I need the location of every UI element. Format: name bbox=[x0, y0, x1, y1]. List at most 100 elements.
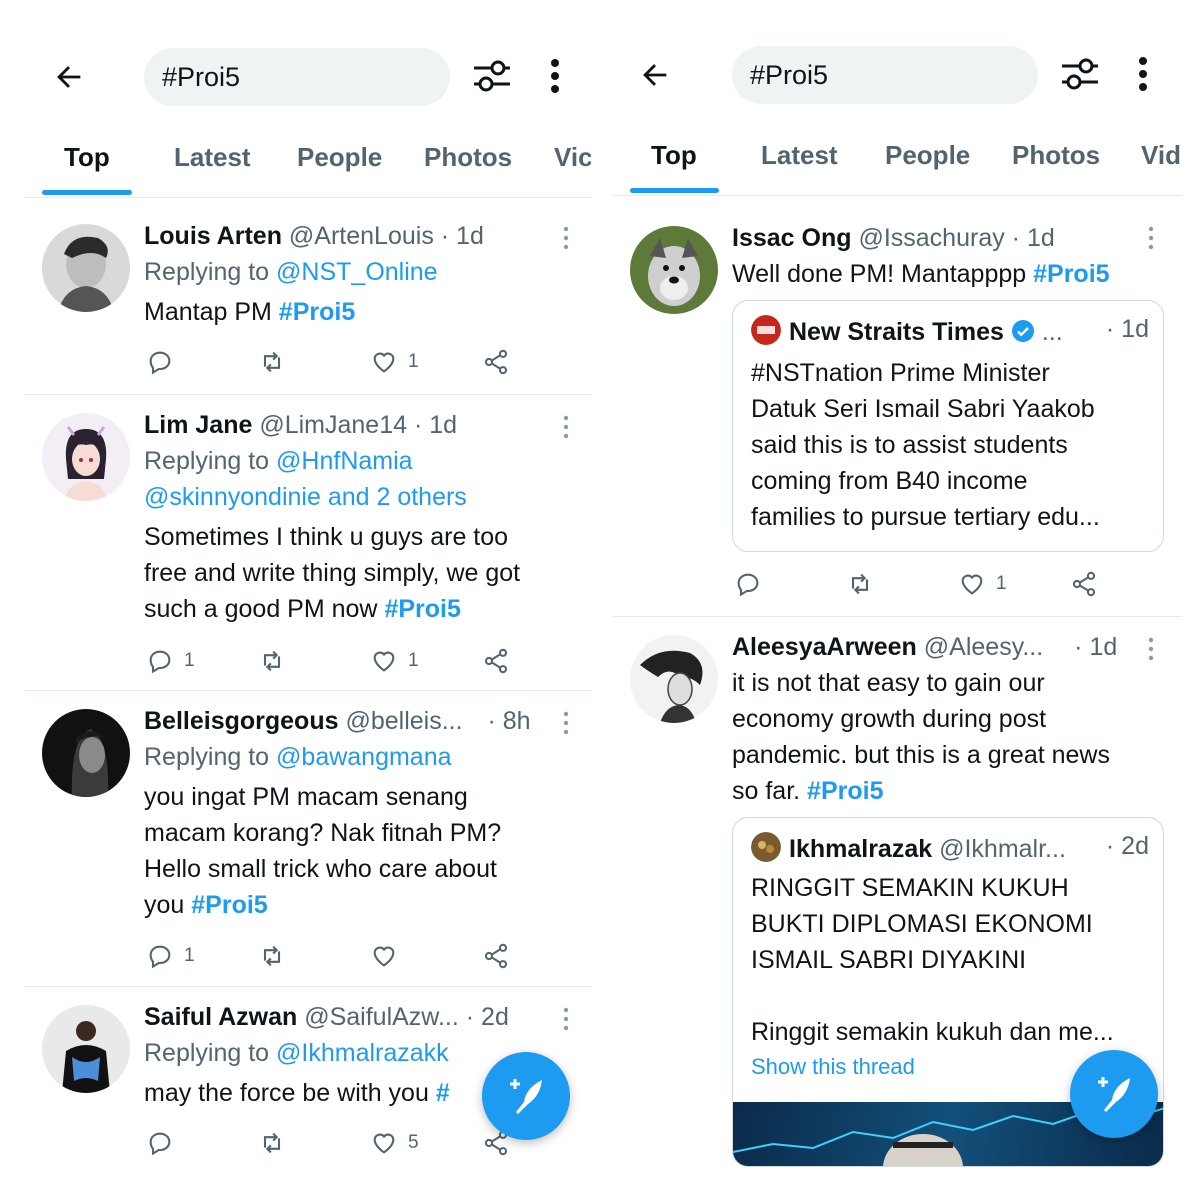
like-button[interactable]: 1 bbox=[958, 564, 1007, 604]
avatar[interactable] bbox=[630, 226, 718, 314]
retweet-button[interactable] bbox=[258, 936, 286, 976]
active-tab-indicator bbox=[630, 188, 719, 193]
quoted-avatar[interactable] bbox=[751, 832, 781, 862]
quoted-avatar[interactable] bbox=[751, 315, 781, 345]
share-button[interactable] bbox=[482, 641, 510, 681]
tweet-text: it is not that easy to gain our economy … bbox=[732, 665, 1164, 809]
tab-people[interactable]: People bbox=[885, 140, 970, 171]
display-name[interactable]: Lim Jane bbox=[144, 411, 252, 439]
tweet-more-icon[interactable] bbox=[563, 226, 569, 250]
quoted-tweet[interactable]: New Straits Times ... · 1d #NSTnation Pr… bbox=[732, 300, 1164, 552]
tweet-more-icon[interactable] bbox=[563, 1007, 569, 1031]
display-name[interactable]: Belleisgorgeous bbox=[144, 707, 339, 735]
reply-button[interactable] bbox=[146, 1123, 184, 1163]
retweet-button[interactable] bbox=[258, 641, 286, 681]
tweet-more-icon[interactable] bbox=[563, 415, 569, 439]
search-input[interactable]: #Proi5 bbox=[144, 48, 450, 106]
handle[interactable]: @Issachuray bbox=[858, 224, 1004, 252]
handle[interactable]: @ArtenLouis bbox=[289, 222, 434, 250]
share-button[interactable] bbox=[482, 936, 510, 976]
tweet[interactable]: Louis Arten @ArtenLouis · 1d Replying to… bbox=[24, 206, 591, 394]
search-filter-icon[interactable] bbox=[1060, 56, 1100, 92]
handle[interactable]: @Aleesy... bbox=[924, 633, 1043, 661]
hashtag-link[interactable]: #Proi5 bbox=[191, 891, 267, 919]
tweet-header: Lim Jane @LimJane14 · 1d bbox=[144, 407, 573, 443]
tab-videos[interactable]: Vid bbox=[1141, 140, 1181, 171]
back-arrow-icon[interactable] bbox=[52, 60, 86, 94]
hashtag-link[interactable]: #Proi5 bbox=[384, 595, 460, 623]
compose-tweet-button[interactable] bbox=[482, 1052, 570, 1140]
quoted-display-name[interactable]: Ikhmalrazak bbox=[789, 835, 932, 863]
retweet-button[interactable] bbox=[258, 1123, 286, 1163]
search-filter-icon[interactable] bbox=[472, 58, 512, 94]
avatar[interactable] bbox=[42, 1005, 130, 1093]
avatar[interactable] bbox=[42, 224, 130, 312]
more-options-icon[interactable] bbox=[548, 58, 562, 94]
hashtag-link[interactable]: # bbox=[436, 1079, 450, 1107]
tab-top[interactable]: Top bbox=[64, 142, 110, 173]
tweet-more-icon[interactable] bbox=[1148, 637, 1154, 661]
reply-icon bbox=[149, 650, 171, 674]
avatar[interactable] bbox=[42, 413, 130, 501]
hashtag-link[interactable]: #Proi5 bbox=[1033, 260, 1109, 288]
search-tabs: Top Latest People Photos Vic bbox=[24, 130, 591, 198]
retweet-icon bbox=[263, 650, 281, 672]
tweet[interactable]: Issac Ong @Issachuray · 1d Well done PM!… bbox=[612, 206, 1182, 616]
reply-button[interactable]: 1 bbox=[146, 641, 195, 681]
reply-button[interactable]: 1 bbox=[146, 936, 195, 976]
like-button[interactable]: 1 bbox=[370, 641, 419, 681]
share-button[interactable] bbox=[1070, 564, 1098, 604]
hashtag-link[interactable]: #Proi5 bbox=[279, 298, 355, 326]
tweet-more-icon[interactable] bbox=[1148, 226, 1154, 250]
top-bar: #Proi5 bbox=[24, 44, 591, 108]
like-button[interactable] bbox=[370, 936, 408, 976]
like-button[interactable]: 5 bbox=[370, 1123, 419, 1163]
back-arrow-icon[interactable] bbox=[638, 58, 672, 92]
display-name[interactable]: Issac Ong bbox=[732, 224, 852, 252]
tab-people[interactable]: People bbox=[297, 142, 382, 173]
avatar[interactable] bbox=[42, 709, 130, 797]
tab-photos[interactable]: Photos bbox=[1012, 140, 1100, 171]
display-name[interactable]: Louis Arten bbox=[144, 222, 282, 250]
share-icon bbox=[484, 648, 508, 674]
mention-link[interactable]: @Ikhmalrazakk bbox=[276, 1039, 449, 1067]
display-name[interactable]: Saiful Azwan bbox=[144, 1003, 297, 1031]
tweet-text-line: economy growth during post bbox=[732, 705, 1047, 733]
timestamp: · 1d bbox=[413, 411, 458, 439]
tab-latest[interactable]: Latest bbox=[761, 140, 838, 171]
compose-tweet-button[interactable] bbox=[1070, 1050, 1158, 1138]
quoted-display-name[interactable]: New Straits Times bbox=[789, 318, 1004, 346]
more-options-icon[interactable] bbox=[1136, 56, 1150, 92]
tab-videos[interactable]: Vic bbox=[554, 142, 591, 173]
handle[interactable]: @SaifulAzw... bbox=[304, 1003, 459, 1031]
tweet-more-icon[interactable] bbox=[563, 711, 569, 735]
avatar[interactable] bbox=[630, 635, 718, 723]
quoted-handle[interactable]: @Ikhmalr... bbox=[939, 835, 1066, 863]
tweet[interactable]: Lim Jane @LimJane14 · 1d Replying to @Hn… bbox=[24, 394, 591, 690]
replying-prefix: Replying to bbox=[144, 743, 270, 771]
search-input[interactable]: #Proi5 bbox=[732, 46, 1038, 104]
mention-link[interactable]: @NST_Online bbox=[276, 258, 438, 286]
reply-button[interactable] bbox=[734, 564, 772, 604]
display-name[interactable]: AleesyaArween bbox=[732, 633, 917, 661]
quoted-text-line: coming from B40 income bbox=[751, 467, 1028, 495]
tweet-header: AleesyaArween @Aleesy... · 1d bbox=[732, 629, 1164, 665]
tab-top[interactable]: Top bbox=[651, 140, 697, 171]
retweet-button[interactable] bbox=[846, 564, 874, 604]
quoted-text-line: ISMAIL SABRI DIYAKINI bbox=[751, 946, 1027, 974]
tab-latest[interactable]: Latest bbox=[174, 142, 251, 173]
mention-link[interactable]: @bawangmana bbox=[276, 743, 452, 771]
mention-link[interactable]: @skinnyondinie and 2 others bbox=[144, 483, 467, 511]
reply-icon bbox=[149, 351, 171, 375]
quoted-text: RINGGIT SEMAKIN KUKUH BUKTI DIPLOMASI EK… bbox=[751, 870, 1149, 1084]
handle[interactable]: @LimJane14 bbox=[259, 411, 407, 439]
retweet-button[interactable] bbox=[258, 342, 286, 382]
tweet[interactable]: Belleisgorgeous @belleis... · 8h Replyin… bbox=[24, 690, 591, 986]
mention-link[interactable]: @HnfNamia bbox=[276, 447, 413, 475]
hashtag-link[interactable]: #Proi5 bbox=[807, 777, 883, 805]
reply-button[interactable] bbox=[146, 342, 184, 382]
handle[interactable]: @belleis... bbox=[345, 707, 462, 735]
like-button[interactable]: 1 bbox=[370, 342, 419, 382]
tab-photos[interactable]: Photos bbox=[424, 142, 512, 173]
share-button[interactable] bbox=[482, 342, 510, 382]
